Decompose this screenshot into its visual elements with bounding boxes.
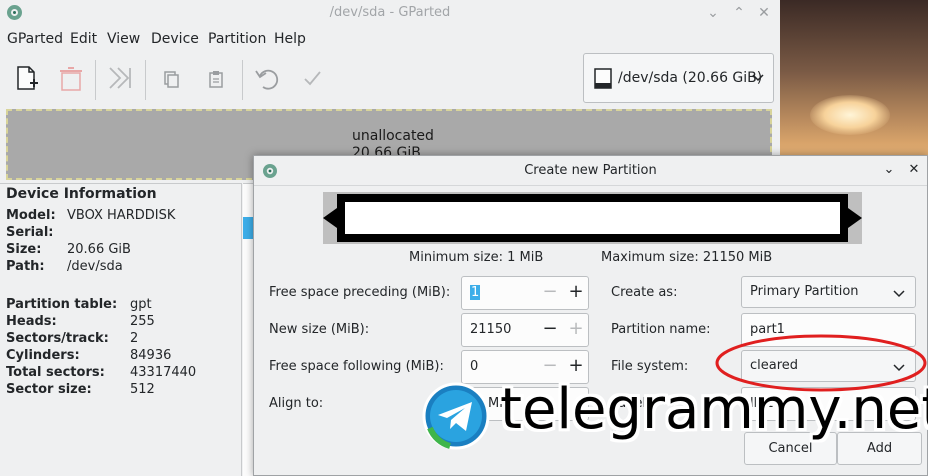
chevron-down-icon	[893, 290, 905, 298]
maximize-icon[interactable]: ⌃	[730, 4, 748, 22]
info-value: VBOX HARDDISK	[67, 208, 176, 223]
create-as-combo[interactable]: Primary Partition	[741, 276, 916, 308]
menu-gparted[interactable]: GParted	[7, 31, 63, 47]
info-key: Cylinders:	[6, 348, 80, 363]
info-row: Cylinders: 84936	[6, 348, 236, 366]
minimize-icon[interactable]: ⌄	[704, 4, 722, 22]
info-row: Total sectors: 43317440	[6, 365, 236, 383]
info-row: Path: /dev/sda	[6, 259, 236, 277]
menu-view[interactable]: View	[107, 31, 140, 47]
watermark-text: telegrammy.net	[500, 377, 928, 442]
info-key: Sector size:	[6, 382, 92, 397]
partition-resizer-frame[interactable]	[337, 194, 848, 242]
info-value: 43317440	[130, 365, 197, 380]
info-value: 512	[130, 382, 155, 397]
hard-disk-icon	[594, 68, 612, 89]
resize-handle-right[interactable]	[848, 208, 862, 228]
info-key: Total sectors:	[6, 365, 105, 380]
chevron-down-icon[interactable]: ⌄	[881, 162, 897, 178]
info-value: 20.66 GiB	[67, 242, 131, 257]
menu-help[interactable]: Help	[274, 31, 306, 47]
increment-button[interactable]: +	[568, 282, 584, 302]
info-key: Path:	[6, 259, 45, 274]
new-size-spinbox[interactable]: 21150 − +	[461, 313, 589, 347]
file-system-label: File system:	[611, 359, 689, 374]
info-value: gpt	[130, 297, 152, 312]
close-icon[interactable]: ✕	[906, 162, 922, 178]
device-selector[interactable]: /dev/sda (20.66 GiB)	[583, 53, 774, 103]
decrement-button[interactable]: −	[542, 356, 558, 376]
new-partition-icon[interactable]	[10, 62, 42, 94]
increment-button[interactable]: +	[568, 356, 584, 376]
menu-edit[interactable]: Edit	[70, 31, 97, 47]
create-as-value: Primary Partition	[750, 284, 859, 299]
undo-icon[interactable]	[252, 62, 284, 94]
info-value: 255	[130, 314, 155, 329]
maximum-size-label: Maximum size: 21150 MiB	[601, 250, 773, 265]
telegram-logo-icon	[422, 382, 490, 450]
decrement-button[interactable]: −	[542, 319, 558, 339]
partition-resizer-area	[345, 202, 840, 234]
info-key: Size:	[6, 242, 42, 257]
free-space-following-value[interactable]: 0	[470, 359, 478, 374]
toolbar-separator	[242, 60, 243, 100]
info-row: Heads: 255	[6, 314, 236, 332]
info-row: Model: VBOX HARDDISK	[6, 208, 236, 226]
resize-handle-left[interactable]	[323, 208, 337, 228]
partition-list-selected-row[interactable]	[243, 217, 253, 239]
menubar: GParted Edit View Device Partition Help	[0, 28, 780, 52]
info-row: Sector size: 512	[6, 382, 236, 400]
info-row: Serial:	[6, 225, 236, 243]
close-icon[interactable]: ✕	[755, 4, 773, 22]
free-space-preceding-spinbox[interactable]: 1 − +	[461, 276, 589, 310]
device-information-panel: Device Information Model: VBOX HARDDISK S…	[0, 183, 242, 476]
menu-device[interactable]: Device	[151, 31, 199, 47]
increment-button[interactable]: +	[568, 319, 584, 339]
info-key: Heads:	[6, 314, 57, 329]
free-space-preceding-label: Free space preceding (MiB):	[269, 285, 451, 300]
free-space-preceding-value[interactable]: 1	[470, 285, 481, 300]
new-size-label: New size (MiB):	[269, 322, 370, 337]
dialog-titlebar: Create new Partition ⌄ ✕	[254, 156, 927, 186]
info-row: Sectors/track: 2	[6, 331, 236, 349]
menu-partition[interactable]: Partition	[208, 31, 266, 47]
copy-icon[interactable]	[155, 62, 187, 94]
partition-resizer[interactable]	[323, 192, 862, 244]
info-value: 84936	[130, 348, 172, 363]
new-size-value[interactable]: 21150	[470, 322, 511, 337]
chevron-down-icon	[752, 74, 764, 82]
watermark: telegrammy.net	[422, 377, 928, 460]
delete-icon[interactable]	[55, 62, 87, 94]
toolbar-separator	[95, 60, 96, 100]
info-row: Size: 20.66 GiB	[6, 242, 236, 260]
info-value: 2	[130, 331, 139, 346]
toolbar-separator	[145, 60, 146, 100]
info-key: Partition table:	[6, 297, 118, 312]
partition-name-label: Partition name:	[611, 322, 711, 337]
minimum-size-label: Minimum size: 1 MiB	[409, 250, 544, 265]
decrement-button[interactable]: −	[542, 282, 558, 302]
info-key: Model:	[6, 208, 56, 223]
create-as-label: Create as:	[611, 285, 678, 300]
dialog-title: Create new Partition	[524, 163, 657, 178]
window-title: /dev/sda - GParted	[329, 5, 451, 20]
free-space-following-label: Free space following (MiB):	[269, 359, 444, 374]
device-selector-label: /dev/sda (20.66 GiB)	[618, 70, 763, 86]
paste-icon[interactable]	[200, 62, 232, 94]
device-information-header: Device Information	[6, 186, 157, 202]
align-to-label: Align to:	[269, 396, 324, 411]
info-row: Partition table: gpt	[6, 297, 236, 315]
info-key: Sectors/track:	[6, 331, 109, 346]
resize-move-icon[interactable]	[104, 62, 136, 94]
unallocated-label: unallocated	[352, 128, 434, 144]
info-key: Serial:	[6, 225, 54, 240]
apply-icon[interactable]	[296, 62, 328, 94]
sunset-sun	[810, 95, 890, 135]
info-value: /dev/sda	[67, 259, 123, 274]
window-titlebar: /dev/sda - GParted ⌄ ⌃ ✕	[0, 0, 780, 26]
